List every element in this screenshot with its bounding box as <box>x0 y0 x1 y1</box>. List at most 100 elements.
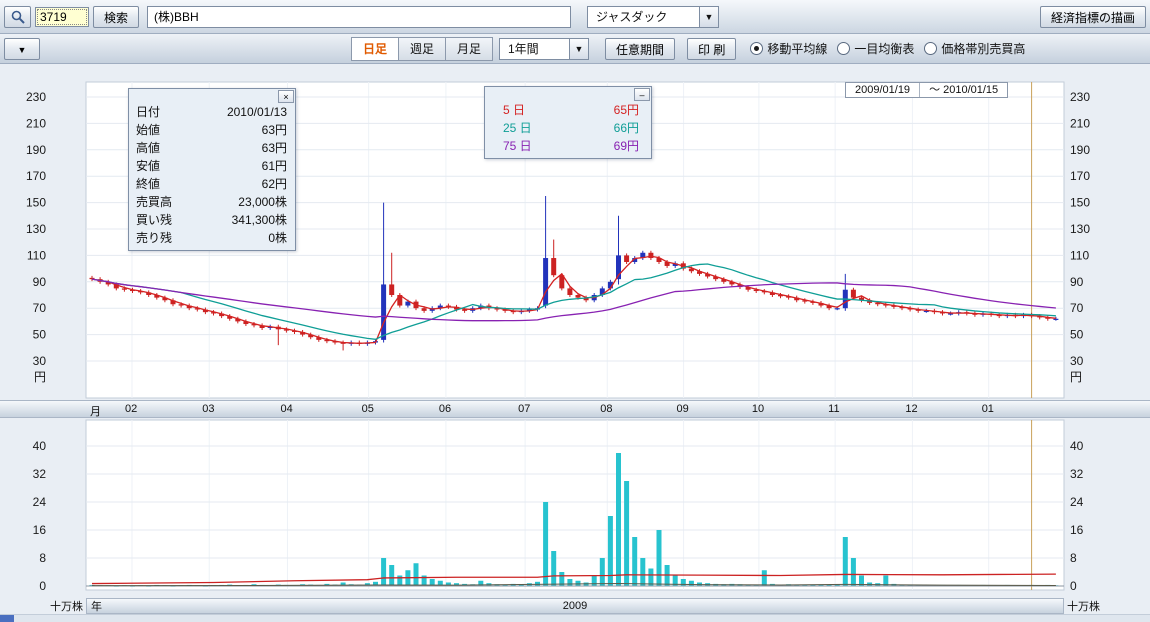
info-label: 高値 <box>136 139 160 157</box>
svg-text:0: 0 <box>1070 579 1077 593</box>
symbol-lookup-button[interactable] <box>4 6 31 28</box>
year-axis: 十万株 年 2009 十万株 <box>0 598 1150 614</box>
info-label: 始値 <box>136 121 160 139</box>
month-axis: 月020304050607080910111201 <box>0 400 1150 418</box>
info-row-volume: 売買高 23,000株 <box>129 193 295 211</box>
info-label: 買い残 <box>136 211 172 229</box>
tab-daily[interactable]: 日足 <box>351 37 399 61</box>
stock-name-input[interactable] <box>147 6 571 28</box>
svg-text:16: 16 <box>33 523 47 537</box>
month-axis-label: 03 <box>202 403 214 415</box>
tab-weekly[interactable]: 週足 <box>398 37 446 61</box>
moving-average-legend-box[interactable]: – 5 日65円 25 日66円 75 日69円 <box>484 86 652 159</box>
info-value: 341,300株 <box>232 211 287 229</box>
radio-moving-average[interactable]: 移動平均線 <box>750 40 827 57</box>
month-axis-label: 10 <box>752 403 764 415</box>
market-select[interactable]: ジャスダック ▼ <box>587 6 719 28</box>
legend-label: 5 日 <box>503 101 525 119</box>
radio-volume-by-price-label: 価格帯別売買高 <box>941 40 1025 57</box>
svg-text:110: 110 <box>1070 248 1089 262</box>
volume-chart-canvas[interactable]: 40403232242416168800 <box>0 418 1150 598</box>
chevron-down-icon: ▼ <box>18 45 27 55</box>
legend-label: 25 日 <box>503 119 532 137</box>
month-axis-label: 12 <box>905 403 917 415</box>
info-label: 終値 <box>136 175 160 193</box>
volume-chart-panel: 40403232242416168800 <box>0 418 1150 598</box>
year-axis-label: 年 <box>91 598 102 614</box>
svg-text:70: 70 <box>33 301 47 315</box>
legend-header[interactable]: – <box>485 87 651 101</box>
info-label: 安値 <box>136 157 160 175</box>
info-label: 売り残 <box>136 229 172 247</box>
radio-ichimoku-label: 一目均衡表 <box>854 40 914 57</box>
month-axis-label: 02 <box>125 403 137 415</box>
month-axis-label: 11 <box>828 403 839 415</box>
month-axis-label: 08 <box>600 403 612 415</box>
info-value: 63円 <box>262 121 287 139</box>
period-select[interactable]: 1年間 ▼ <box>499 38 589 60</box>
economic-indicator-button[interactable]: 経済指標の描画 <box>1040 6 1146 28</box>
info-value: 0株 <box>268 229 287 247</box>
svg-text:70: 70 <box>1070 301 1084 315</box>
print-button[interactable]: 印 刷 <box>687 38 736 60</box>
quote-info-header[interactable]: × <box>129 89 295 103</box>
date-range-box: 2009/01/19 ～ 2010/01/15 <box>845 82 1008 98</box>
svg-text:230: 230 <box>26 90 46 104</box>
svg-text:150: 150 <box>26 196 46 210</box>
svg-text:110: 110 <box>27 248 46 262</box>
radio-volume-by-price[interactable]: 価格帯別売買高 <box>924 40 1025 57</box>
svg-text:40: 40 <box>1070 439 1084 453</box>
legend-value: 65円 <box>614 101 639 119</box>
info-row-high: 高値 63円 <box>129 139 295 157</box>
svg-text:0: 0 <box>39 579 46 593</box>
info-label: 売買高 <box>136 193 172 211</box>
period-dropdown-icon[interactable]: ▼ <box>569 39 588 59</box>
volume-unit-left: 十万株 <box>0 598 86 614</box>
timeframe-tabs: 日足 週足 月足 <box>352 37 493 61</box>
search-button[interactable]: 検索 <box>93 6 139 28</box>
svg-text:8: 8 <box>39 551 46 565</box>
top-toolbar: 検索 ジャスダック ▼ 経済指標の描画 <box>0 0 1150 34</box>
radio-ichimoku[interactable]: 一目均衡表 <box>837 40 914 57</box>
svg-text:90: 90 <box>33 275 47 289</box>
info-label: 日付 <box>136 103 160 121</box>
radio-ichimoku-dot <box>837 42 850 55</box>
svg-text:16: 16 <box>1070 523 1084 537</box>
quote-info-box[interactable]: × 日付2010/01/13 始値63円 高値63円 安値61円 終値62円 売… <box>128 88 296 251</box>
date-range-start: 2009/01/19 <box>846 83 920 97</box>
info-row-open: 始値 63円 <box>129 121 295 139</box>
horizontal-scrollbar[interactable] <box>0 614 1150 622</box>
period-select-value: 1年間 <box>500 40 569 57</box>
svg-text:円: 円 <box>1070 370 1082 384</box>
month-axis-label: 05 <box>362 403 374 415</box>
info-value: 23,000株 <box>238 193 287 211</box>
info-value: 2010/01/13 <box>227 103 287 121</box>
scrollbar-thumb[interactable] <box>0 615 14 622</box>
stock-code-input[interactable] <box>35 7 89 27</box>
market-dropdown-icon[interactable]: ▼ <box>699 7 718 27</box>
tab-monthly[interactable]: 月足 <box>445 37 493 61</box>
month-axis-label: 06 <box>439 403 451 415</box>
info-value: 63円 <box>262 139 287 157</box>
month-axis-label: 月 <box>90 403 101 419</box>
info-row-low: 安値61円 <box>129 157 295 175</box>
month-axis-label: 07 <box>518 403 530 415</box>
svg-text:190: 190 <box>26 143 46 157</box>
minimize-icon[interactable]: – <box>634 88 650 101</box>
custom-period-button[interactable]: 任意期間 <box>605 38 675 60</box>
price-chart-panel: 2302302102101901901701701501501301301101… <box>0 64 1150 400</box>
svg-text:40: 40 <box>33 439 47 453</box>
market-select-value: ジャスダック <box>588 8 699 25</box>
svg-text:32: 32 <box>1070 467 1084 481</box>
info-row-margin-buy: 買い残 341,300株 <box>129 211 295 229</box>
overlay-radio-group: 移動平均線 一目均衡表 価格帯別売買高 <box>750 40 1025 57</box>
svg-text:190: 190 <box>1070 143 1090 157</box>
history-dropdown-button[interactable]: ▼ <box>4 38 40 60</box>
radio-volume-by-price-dot <box>924 42 937 55</box>
month-axis-label: 01 <box>982 403 994 415</box>
legend-row-ma25: 25 日66円 <box>485 119 651 137</box>
svg-text:130: 130 <box>26 222 46 236</box>
info-row-margin-sell: 売り残 0株 <box>129 229 295 247</box>
close-icon[interactable]: × <box>278 90 294 103</box>
legend-label: 75 日 <box>503 137 532 155</box>
